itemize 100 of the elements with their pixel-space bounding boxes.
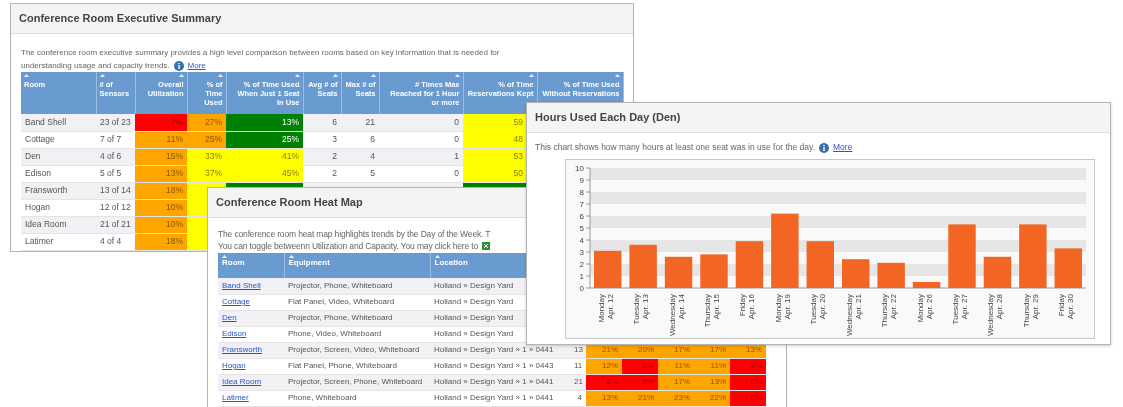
tick-label: 1 [579, 272, 584, 281]
table-cell: Holland » Design Yard » 1 » 0443 [430, 358, 570, 374]
tick-label: 8 [579, 188, 584, 197]
table-cell: 6 [341, 131, 379, 148]
bar [842, 259, 870, 288]
table-cell: 6 [303, 114, 341, 131]
table-cell: 5 [341, 165, 379, 182]
category-label: Monday Apr. 12 [596, 294, 615, 323]
bar [735, 241, 764, 288]
table-cell: Projector, Screen, Video, Whiteboard [284, 342, 430, 358]
category-label: Tuesday Apr. 27 [951, 294, 969, 325]
sort-icon[interactable] [99, 74, 105, 77]
card-title: Hours Used Each Day (Den) [535, 110, 681, 126]
sort-icon[interactable] [434, 255, 440, 258]
table-cell: Cottage [21, 131, 96, 148]
tick-label: 5 [579, 224, 584, 233]
card-title: Conference Room Heat Map [216, 195, 363, 211]
table-cell: Phone, Whiteboard [284, 390, 430, 406]
bar [594, 250, 622, 288]
room-link[interactable]: Idea Room [222, 377, 262, 386]
sort-icon[interactable] [288, 255, 294, 258]
sort-icon[interactable] [294, 74, 300, 77]
tick-label: 10 [575, 164, 584, 173]
table-cell: Idea Room [21, 216, 96, 233]
category-label: Wednesday Apr. 28 [986, 294, 1005, 337]
table-cell: Den [21, 148, 96, 165]
room-link[interactable]: Cottage [222, 297, 251, 306]
room-link[interactable]: Fransworth [222, 345, 262, 354]
category-label: Tuesday Apr. 13 [632, 294, 651, 325]
category-label: Tuesday Apr. 20 [809, 294, 828, 325]
category-label: Thursday Apr. 29 [1021, 294, 1040, 328]
card-description: You can toggle betweenn Utilization and Capacity. You may click here to [218, 240, 479, 252]
bar [700, 254, 728, 288]
room-link[interactable]: Latimer [222, 393, 249, 402]
column-header[interactable]: Equipment [288, 258, 330, 268]
bar [806, 241, 834, 288]
sort-icon[interactable] [24, 74, 29, 77]
category-label: Monday Apr. 19 [773, 294, 792, 323]
bar [912, 282, 941, 288]
sort-icon[interactable] [528, 74, 534, 77]
category-label: Friday Apr. 16 [738, 294, 757, 320]
table-cell: Edison [21, 165, 96, 182]
category-label: Wednesday Apr. 21 [844, 294, 863, 337]
table-cell: Flat Panel, Video, Whiteboard [284, 294, 430, 310]
table-cell: Projector, Screen, Phone, Whiteboard [284, 374, 430, 390]
card-description: The conference room heat map highlights trends by the Day of the Week. T [218, 228, 491, 240]
table-cell: 2 [303, 165, 341, 182]
category-label: Wednesday Apr. 14 [667, 294, 686, 337]
sort-icon[interactable] [370, 74, 376, 77]
category-label: Monday Apr. 26 [915, 294, 934, 323]
table-cell: 27% [187, 114, 226, 131]
card-title: Conference Room Executive Summary [19, 11, 222, 27]
sort-icon[interactable] [332, 74, 338, 77]
room-link[interactable]: Edison [222, 329, 247, 338]
column-header[interactable]: Location [434, 258, 468, 268]
bar [1019, 224, 1047, 288]
tick-label: 2 [579, 260, 584, 269]
info-icon [819, 142, 829, 153]
sort-icon[interactable] [217, 74, 223, 77]
bar [629, 244, 657, 288]
more-link[interactable]: More [833, 142, 853, 152]
bar [1054, 248, 1082, 288]
table-cell: Projector, Phone, Whiteboard [284, 278, 430, 294]
tick-label: 0 [579, 284, 584, 293]
table-cell: Flat Panel, Phone, Whiteboard [284, 358, 430, 374]
sort-icon[interactable] [454, 74, 460, 77]
table-cell: Holland » Design Yard » 1 » 0441 [430, 390, 570, 406]
table-cell: 13% [226, 114, 303, 131]
room-link[interactable]: Band Shell [222, 280, 261, 290]
bar [877, 262, 905, 288]
room-link[interactable]: Hogan [222, 361, 246, 370]
tick-label: 4 [579, 236, 584, 245]
category-label: Friday Apr. 30 [1057, 294, 1076, 320]
table-cell: Fransworth [21, 182, 96, 199]
table-cell: Holland » Design Yard » 1 » 0441 [430, 374, 570, 390]
table-cell: Band Shell [21, 114, 96, 131]
category-label: Thursday Apr. 15 [703, 294, 721, 328]
spreadsheet-icon[interactable] [482, 242, 491, 250]
column-header[interactable]: Room [222, 258, 245, 268]
more-link[interactable]: More [187, 61, 206, 70]
table-cell: 3 [303, 131, 341, 148]
card-description: This chart shows how many hours at least one seat was in use for the day. More [535, 141, 854, 153]
tick-label: 3 [579, 248, 584, 257]
table-cell: 7% [135, 114, 187, 131]
tick-label: 9 [579, 176, 584, 185]
table-cell: Latimer [21, 233, 96, 250]
bar [948, 224, 976, 288]
sort-icon[interactable] [178, 74, 184, 77]
room-link[interactable]: Den [222, 313, 237, 322]
table-cell: Projector, Phone, Whiteboard [284, 310, 430, 326]
sort-icon[interactable] [614, 74, 620, 77]
table-cell: 2 [303, 148, 341, 165]
bar [983, 256, 1012, 288]
sort-icon[interactable] [222, 255, 227, 258]
table-cell: 4 [341, 148, 379, 165]
info-icon [173, 60, 184, 71]
tick-label: 6 [579, 212, 584, 221]
tick-label: 7 [579, 200, 584, 209]
bar [664, 256, 693, 288]
table-cell: Hogan [21, 199, 96, 216]
